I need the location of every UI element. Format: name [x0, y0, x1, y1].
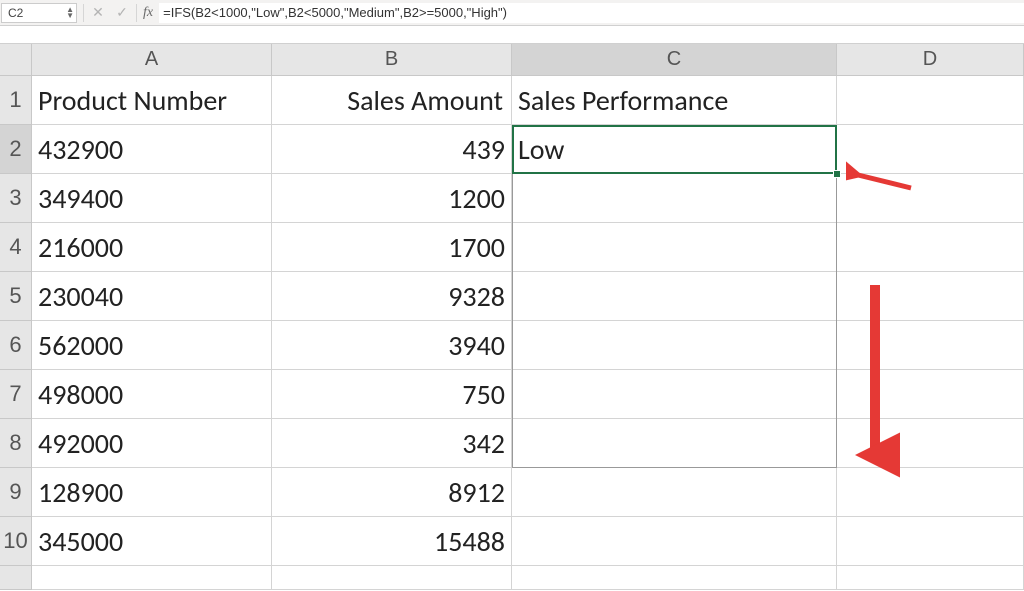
annotation-arrow-fill-handle — [846, 160, 916, 200]
cell-C7[interactable] — [512, 370, 837, 419]
separator — [83, 4, 84, 22]
name-box[interactable]: C2 ▲▼ — [1, 3, 77, 23]
col-header-A[interactable]: A — [32, 44, 272, 76]
cell-C3[interactable] — [512, 174, 837, 223]
row-header-5[interactable]: 5 — [0, 272, 32, 321]
cell-B3[interactable]: 1200 — [272, 174, 512, 223]
col-header-C[interactable]: C — [512, 44, 837, 76]
cell-C5[interactable] — [512, 272, 837, 321]
cell-A8[interactable]: 492000 — [32, 419, 272, 468]
fx-icon[interactable]: fx — [143, 5, 153, 21]
row-header-7[interactable]: 7 — [0, 370, 32, 419]
cell-D4[interactable] — [837, 223, 1024, 272]
cell-C8[interactable] — [512, 419, 837, 468]
cell-A5[interactable]: 230040 — [32, 272, 272, 321]
row-header-1[interactable]: 1 — [0, 76, 32, 125]
ribbon-gap — [0, 26, 1024, 44]
col-header-B[interactable]: B — [272, 44, 512, 76]
cell-A10[interactable]: 345000 — [32, 517, 272, 566]
row-header-2[interactable]: 2 — [0, 125, 32, 174]
cell-B6[interactable]: 3940 — [272, 321, 512, 370]
cell-A1[interactable]: Product Number — [32, 76, 272, 125]
row-header-10[interactable]: 10 — [0, 517, 32, 566]
row-header-3[interactable]: 3 — [0, 174, 32, 223]
cell-A6[interactable]: 562000 — [32, 321, 272, 370]
separator — [136, 4, 137, 22]
col-header-D[interactable]: D — [837, 44, 1024, 76]
cell-B5[interactable]: 9328 — [272, 272, 512, 321]
row-header-6[interactable]: 6 — [0, 321, 32, 370]
cell-A7[interactable]: 498000 — [32, 370, 272, 419]
cell-B2[interactable]: 439 — [272, 125, 512, 174]
name-box-stepper-icon[interactable]: ▲▼ — [66, 7, 74, 19]
cell-C10[interactable] — [512, 517, 837, 566]
cell-B7[interactable]: 750 — [272, 370, 512, 419]
row-header-4[interactable]: 4 — [0, 223, 32, 272]
cell-C9[interactable] — [512, 468, 837, 517]
cell-D10[interactable] — [837, 517, 1024, 566]
cell-C11[interactable] — [512, 566, 837, 590]
cell-B1[interactable]: Sales Amount — [272, 76, 512, 125]
cell-C4[interactable] — [512, 223, 837, 272]
row-header-8[interactable]: 8 — [0, 419, 32, 468]
cancel-icon[interactable]: ✕ — [86, 1, 110, 25]
formula-input[interactable] — [159, 3, 1024, 23]
cell-D1[interactable] — [837, 76, 1024, 125]
cell-D11[interactable] — [837, 566, 1024, 590]
cell-B4[interactable]: 1700 — [272, 223, 512, 272]
row-header-11[interactable] — [0, 566, 32, 590]
select-all-corner[interactable] — [0, 44, 32, 76]
cell-A3[interactable]: 349400 — [32, 174, 272, 223]
name-box-value: C2 — [8, 6, 23, 20]
cell-C1[interactable]: Sales Performance — [512, 76, 837, 125]
cell-B8[interactable]: 342 — [272, 419, 512, 468]
cell-B11[interactable] — [272, 566, 512, 590]
formula-bar: C2 ▲▼ ✕ ✓ fx — [0, 0, 1024, 26]
cell-C2[interactable]: Low — [512, 125, 837, 174]
fill-handle[interactable] — [833, 170, 841, 178]
row-header-9[interactable]: 9 — [0, 468, 32, 517]
annotation-arrow-drag-down — [850, 280, 900, 480]
cell-A9[interactable]: 128900 — [32, 468, 272, 517]
cell-C6[interactable] — [512, 321, 837, 370]
cell-B10[interactable]: 15488 — [272, 517, 512, 566]
cell-A11[interactable] — [32, 566, 272, 590]
cell-A4[interactable]: 216000 — [32, 223, 272, 272]
confirm-icon[interactable]: ✓ — [110, 1, 134, 25]
cell-B9[interactable]: 8912 — [272, 468, 512, 517]
cell-A2[interactable]: 432900 — [32, 125, 272, 174]
